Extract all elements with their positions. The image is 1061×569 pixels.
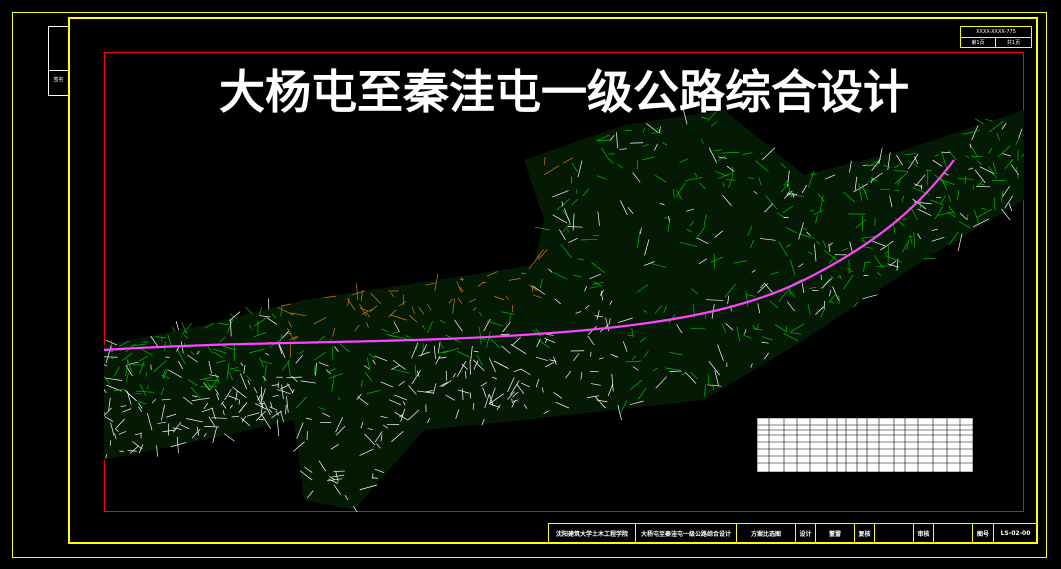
drawing-number: LS-02-00 — [1000, 529, 1031, 537]
school-name: 沈阳建筑大学土木工程学院 — [549, 524, 636, 542]
page-total: 共1页 — [996, 37, 1031, 47]
number-label: 图号 — [973, 524, 994, 542]
check-label: 复核 — [855, 524, 875, 542]
terrain-line — [172, 326, 176, 332]
side-tab-label: 签名 — [49, 70, 68, 97]
checker-name — [875, 524, 914, 542]
terrain-line — [975, 118, 985, 125]
terrain-line — [985, 119, 993, 122]
side-tab: 签名 — [48, 26, 68, 96]
reviewer-name — [934, 524, 973, 542]
page-number: 第1页 — [961, 37, 996, 47]
title-block: 沈阳建筑大学土木工程学院 大杨屯至秦洼屯一级公路综合设计 方案比选图 设计 董雷… — [548, 523, 1038, 543]
designer-name: 董雷 — [816, 524, 855, 542]
top-info-block: XXXX-XXXX-775 第1页 共1页 — [960, 26, 1032, 48]
review-label: 审核 — [914, 524, 934, 542]
drawing-name: 方案比选图 — [737, 524, 796, 542]
project-name: 大杨屯至秦洼屯一级公路综合设计 — [636, 524, 737, 542]
terrain-line — [175, 321, 179, 331]
design-label: 设计 — [796, 524, 816, 542]
terrain-line — [245, 306, 253, 315]
top-code: XXXX-XXXX-775 — [976, 29, 1016, 35]
terrain-line — [224, 433, 235, 442]
comparison-table-grid — [756, 417, 974, 473]
comparison-table — [756, 417, 974, 473]
